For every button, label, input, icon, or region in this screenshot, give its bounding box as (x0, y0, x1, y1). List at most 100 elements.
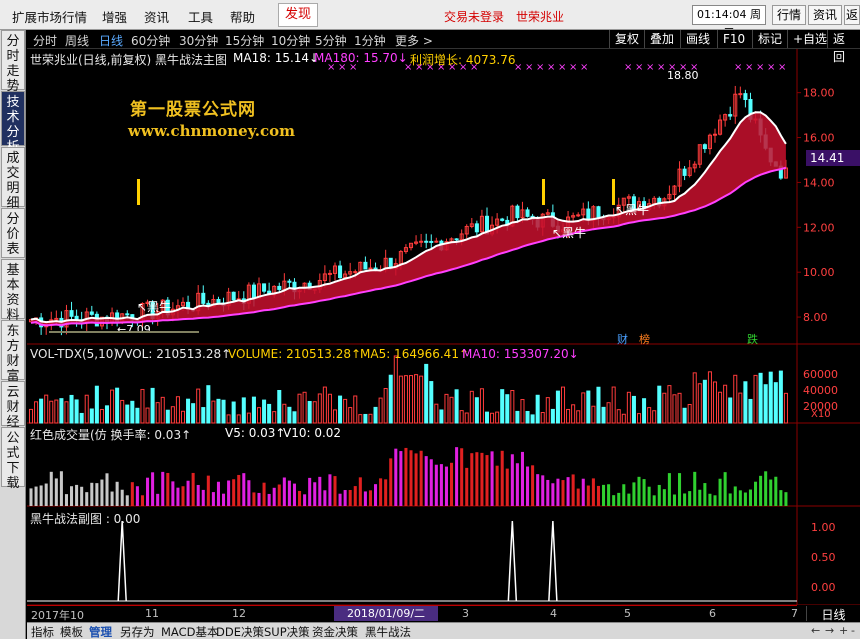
tab-trade-detail[interactable]: 成交明细 (1, 147, 25, 211)
tab-black-bull[interactable]: 黑牛战法 (365, 624, 411, 639)
volume-bar (206, 385, 211, 424)
menu-tools[interactable]: 工具 (188, 7, 213, 26)
volume-bar (419, 375, 424, 424)
turnover-bar (206, 475, 210, 506)
tool-overlay[interactable]: 叠加 (644, 30, 679, 48)
date-label-jul: 7 (791, 607, 798, 620)
tab-sup-decision[interactable]: SUP决策 (264, 624, 310, 639)
menu-news[interactable]: 资讯 (144, 7, 169, 26)
volume-bar (348, 407, 353, 424)
turnover-bar (298, 490, 302, 506)
menu-enhance[interactable]: 增强 (102, 7, 127, 26)
date-label-oct: 2017年10 (31, 609, 84, 622)
date-label-jun: 6 (709, 607, 716, 620)
tab-formula-download[interactable]: 公式下载 (1, 427, 25, 491)
candle-body (201, 292, 206, 304)
period-more[interactable]: 更多 > (395, 32, 433, 49)
tool-back[interactable]: 返回 (827, 30, 860, 64)
volume-bar (287, 406, 292, 424)
turnover-bar (596, 485, 600, 506)
turnover-bar (85, 492, 89, 506)
tab-eastmoney[interactable]: 东方财富 (1, 320, 25, 384)
tab-technical-analysis[interactable]: 技术分析 (1, 91, 25, 155)
period-30min[interactable]: 30分钟 (179, 32, 218, 49)
period-intraday[interactable]: 分时 (33, 32, 57, 49)
ma18-line (30, 111, 787, 324)
period-5min[interactable]: 5分钟 (315, 32, 347, 49)
turnover-bar (156, 493, 160, 506)
volume-bar (201, 407, 206, 424)
tab-price-table[interactable]: 分价表 (1, 208, 25, 258)
menu-help[interactable]: 帮助 (230, 7, 255, 26)
volume-bar (256, 407, 262, 424)
period-weekly[interactable]: 周线 (65, 32, 89, 49)
scroll-left-icon[interactable]: ← (811, 624, 820, 637)
tab-fundamentals[interactable]: 基本资料 (1, 259, 25, 323)
tab-manage[interactable]: 管理 (89, 624, 112, 639)
signal-highlight-candle (137, 179, 140, 205)
zoom-in-icon[interactable]: + (839, 624, 848, 637)
tool-draw-line[interactable]: 画线 (680, 30, 715, 48)
tool-add-watchlist[interactable]: +自选 (787, 30, 832, 48)
candle-body (89, 311, 94, 315)
trade-status: 交易未登录 (444, 10, 505, 24)
turnover-bar (105, 473, 109, 506)
volume-bar (657, 385, 662, 424)
discover-button[interactable]: 发现 (278, 3, 318, 27)
scroll-right-icon[interactable]: → (825, 624, 834, 637)
top-event-marker: × (690, 62, 698, 73)
volume-bar (135, 407, 140, 424)
zoom-out-icon[interactable]: - (851, 624, 855, 637)
tab-indicator[interactable]: 指标 (31, 624, 54, 639)
turnover-bar (399, 451, 403, 506)
volume-bar (484, 411, 490, 424)
turnover-bar (510, 454, 514, 506)
top-event-marker: × (646, 62, 654, 73)
volume-bar (550, 408, 555, 424)
tool-mark[interactable]: 标记 (752, 30, 787, 48)
menu-extended-market[interactable]: 扩展市场行情 (12, 7, 87, 26)
tab-yuncaijing[interactable]: 云财经 (1, 381, 25, 430)
volume-bar (591, 405, 596, 424)
turnover-bar (348, 489, 352, 506)
volume-bar (778, 370, 783, 424)
volume-bar (403, 375, 408, 424)
signal-highlight-candle (542, 179, 545, 205)
vvol-value: VVOL: 210513.28↑ (116, 347, 232, 361)
period-10min[interactable]: 10分钟 (271, 32, 310, 49)
info-button[interactable]: 资讯 (808, 5, 842, 25)
volume-bar (662, 392, 667, 424)
tab-template[interactable]: 模板 (60, 624, 83, 639)
turnover-bar (429, 459, 433, 506)
return-button[interactable]: 返回 (844, 5, 860, 25)
volume-bar (383, 388, 388, 424)
volume-bar (59, 398, 64, 424)
turnover-bar (607, 484, 611, 506)
tool-rights[interactable]: 复权 (609, 30, 644, 48)
turnover-bar (34, 486, 38, 506)
turnover-bar (419, 450, 423, 506)
candle-body (231, 291, 236, 301)
tab-save-as[interactable]: 另存为 (120, 624, 155, 639)
candle-body (368, 267, 373, 270)
turnover-bar (146, 477, 150, 506)
turnover-bar (662, 489, 666, 506)
tab-macd-basic[interactable]: MACD基本 (161, 624, 218, 639)
volume-bar (636, 413, 642, 424)
tab-fund-decision[interactable]: 资金决策 (312, 624, 358, 639)
volume-bar (125, 404, 130, 424)
volume-bar (738, 392, 743, 424)
tab-intraday[interactable]: 分时走势 (1, 30, 25, 94)
turnover-bar (632, 482, 636, 506)
period-daily[interactable]: 日线 (99, 32, 123, 49)
turnover-bar (272, 487, 276, 506)
period-15min[interactable]: 15分钟 (225, 32, 264, 49)
quote-button[interactable]: 行情 (772, 5, 806, 25)
volume-bar (358, 414, 363, 424)
period-60min[interactable]: 60分钟 (131, 32, 170, 49)
tab-dde-decision[interactable]: DDE决策 (216, 624, 264, 639)
turnover-bar (110, 491, 114, 506)
tool-f10[interactable]: F10 (717, 30, 750, 48)
period-1min[interactable]: 1分钟 (354, 32, 386, 49)
volume-tick-label: 40000 (803, 384, 838, 397)
